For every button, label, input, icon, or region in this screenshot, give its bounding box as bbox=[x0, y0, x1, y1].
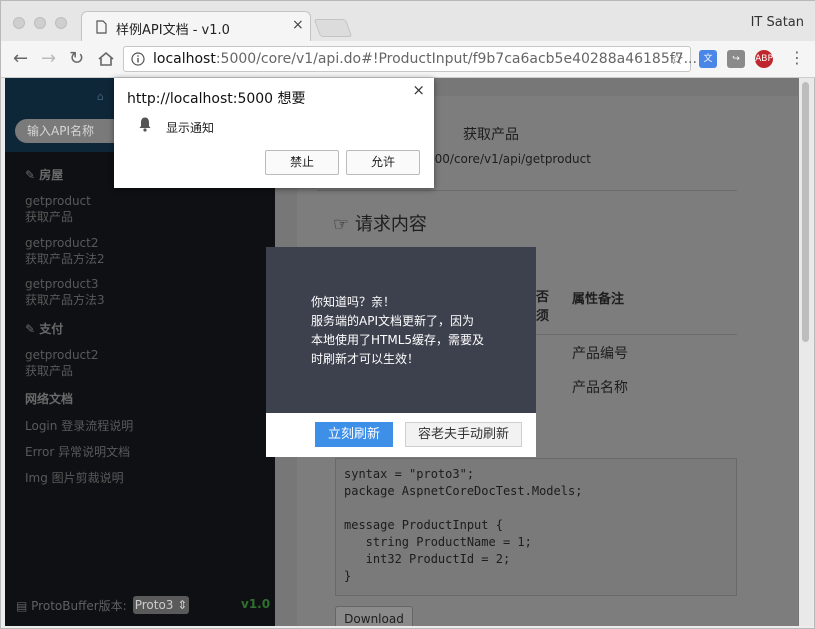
row2-remark: 产品名称 bbox=[572, 380, 628, 396]
page-scrollbar[interactable] bbox=[799, 78, 813, 626]
row1-remark: 产品编号 bbox=[572, 346, 628, 362]
modal-line: 服务端的API文档更新了，因为 bbox=[311, 314, 474, 328]
api-url-fragment: 000/core/v1/api/getproduct bbox=[427, 152, 591, 166]
item-desc: 获取产品 bbox=[25, 364, 74, 378]
sidebar-item-zhifu-getproduct2[interactable]: getproduct2 获取产品 bbox=[25, 348, 99, 379]
protobuf-version-select[interactable]: Proto3 ⇕ bbox=[133, 596, 189, 614]
tab-title: 样例API文档 - v1.0 bbox=[116, 23, 230, 38]
close-window-button[interactable] bbox=[13, 17, 25, 29]
item-desc: 获取产品方法3 bbox=[25, 293, 105, 307]
bookmark-star-icon[interactable]: ☆ bbox=[670, 49, 684, 68]
book-icon: ▤ bbox=[16, 599, 32, 613]
prompt-close-icon[interactable]: × bbox=[412, 81, 425, 99]
allow-button[interactable]: 允许 bbox=[346, 150, 420, 175]
url-text[interactable]: localhost:5000/core/v1/api.do#!ProductIn… bbox=[153, 51, 697, 67]
thumb-icon: ☞ bbox=[333, 214, 355, 235]
sidebar-home-icon[interactable]: ⌂ bbox=[97, 90, 104, 103]
cache-update-modal: 你知道吗？亲！ 服务端的API文档更新了，因为 本地使用了HTML5缓存，需要及… bbox=[266, 247, 536, 457]
item-desc: 获取产品方法2 bbox=[25, 252, 105, 266]
item-desc: 获取产品 bbox=[25, 210, 74, 224]
send-extension-icon[interactable]: ↪ bbox=[727, 50, 745, 68]
modal-footer: 立刻刷新 容老夫手动刷新 bbox=[266, 413, 536, 457]
refresh-now-button[interactable]: 立刻刷新 bbox=[315, 422, 393, 447]
browser-toolbar: ← → ↻ localhost:5000/core/v1/api.do#!Pro… bbox=[1, 41, 815, 78]
bell-icon bbox=[139, 117, 151, 132]
prompt-message: 显示通知 bbox=[166, 121, 215, 135]
profile-name[interactable]: IT Satan bbox=[751, 15, 804, 30]
reload-icon[interactable]: ↻ bbox=[69, 48, 84, 69]
info-icon[interactable] bbox=[131, 52, 145, 66]
request-section-title-text: 请求内容 bbox=[354, 214, 427, 235]
block-button[interactable]: 禁止 bbox=[265, 150, 339, 175]
address-bar[interactable]: localhost:5000/core/v1/api.do#!ProductIn… bbox=[123, 46, 697, 72]
adblock-extension-icon[interactable]: ABP bbox=[755, 50, 773, 68]
api-subtitle: 获取产品 bbox=[463, 127, 519, 143]
translate-extension-icon[interactable]: 文 bbox=[699, 50, 717, 68]
active-tab[interactable]: 样例API文档 - v1.0 × bbox=[81, 11, 311, 43]
tag-icon: ✎ bbox=[25, 322, 40, 336]
item-name: getproduct bbox=[25, 194, 91, 208]
zoom-window-button[interactable] bbox=[55, 17, 67, 29]
download-button[interactable]: Download bbox=[335, 606, 413, 626]
url-host: localhost bbox=[153, 51, 216, 67]
section-fangwu: ✎ 房屋 bbox=[25, 166, 63, 183]
notification-permission-prompt: http://localhost:5000 想要 × 显示通知 禁止 允许 bbox=[114, 78, 434, 188]
col-remark: 属性备注 bbox=[572, 292, 625, 307]
select-arrows-icon: ⇕ bbox=[173, 598, 188, 612]
tag-icon: ✎ bbox=[25, 168, 40, 182]
sidebar-doc-error[interactable]: Error 异常说明文档 bbox=[25, 443, 130, 460]
protobuf-select-value: Proto3 bbox=[134, 598, 174, 612]
section-zhifu-label: 支付 bbox=[39, 322, 64, 336]
forward-arrow-icon[interactable]: → bbox=[41, 48, 56, 69]
section-zhifu: ✎ 支付 bbox=[25, 320, 63, 337]
manual-refresh-button[interactable]: 容老夫手动刷新 bbox=[405, 422, 522, 447]
tab-close-icon[interactable]: × bbox=[292, 17, 304, 33]
url-path: :5000/core/v1/api.do#!ProductInput/f9b7c… bbox=[215, 51, 697, 67]
modal-line: 时刷新才可以生效！ bbox=[311, 352, 420, 366]
new-tab-button[interactable] bbox=[313, 19, 353, 37]
modal-message: 你知道吗？亲！ 服务端的API文档更新了，因为 本地使用了HTML5缓存，需要及… bbox=[311, 293, 511, 369]
section-docs: 网络文档 bbox=[25, 392, 74, 406]
item-name: getproduct2 bbox=[25, 348, 99, 362]
page-icon bbox=[96, 20, 107, 34]
sidebar-item-getproduct3[interactable]: getproduct3 获取产品方法3 bbox=[25, 277, 105, 308]
browser-window: 样例API文档 - v1.0 × IT Satan ← → ↻ localhos… bbox=[0, 0, 815, 629]
menu-dots-icon[interactable]: ⋮ bbox=[789, 48, 805, 67]
sidebar-item-getproduct2[interactable]: getproduct2 获取产品方法2 bbox=[25, 236, 105, 267]
prompt-title: http://localhost:5000 想要 bbox=[127, 91, 306, 107]
item-name: getproduct2 bbox=[25, 236, 99, 250]
section-fangwu-label: 房屋 bbox=[39, 168, 64, 182]
sidebar-doc-img[interactable]: Img 图片剪裁说明 bbox=[25, 469, 124, 486]
divider bbox=[317, 190, 737, 191]
protobuf-label: ▤ ProtoBuffer版本: bbox=[16, 597, 127, 614]
request-section-title: ☞ 请求内容 bbox=[333, 210, 427, 236]
title-bar: 样例API文档 - v1.0 × IT Satan bbox=[1, 1, 815, 43]
home-icon[interactable] bbox=[97, 51, 115, 67]
sidebar-doc-login[interactable]: Login 登录流程说明 bbox=[25, 417, 133, 434]
minimize-window-button[interactable] bbox=[34, 17, 46, 29]
modal-line: 本地使用了HTML5缓存，需要及 bbox=[311, 333, 485, 347]
proto-code-block: syntax = "proto3"; package AspnetCoreDoc… bbox=[335, 458, 737, 596]
modal-line: 你知道吗？亲！ bbox=[311, 295, 396, 309]
sidebar-item-getproduct[interactable]: getproduct 获取产品 bbox=[25, 194, 91, 225]
col-required: 否 须 bbox=[536, 290, 550, 324]
doc-version: v1.0 bbox=[241, 597, 271, 611]
back-arrow-icon[interactable]: ← bbox=[13, 48, 28, 69]
item-name: getproduct3 bbox=[25, 277, 99, 291]
table-divider bbox=[535, 334, 737, 335]
scrollbar-thumb[interactable] bbox=[802, 82, 809, 342]
protobuf-label-text: ProtoBuffer版本: bbox=[31, 599, 127, 613]
